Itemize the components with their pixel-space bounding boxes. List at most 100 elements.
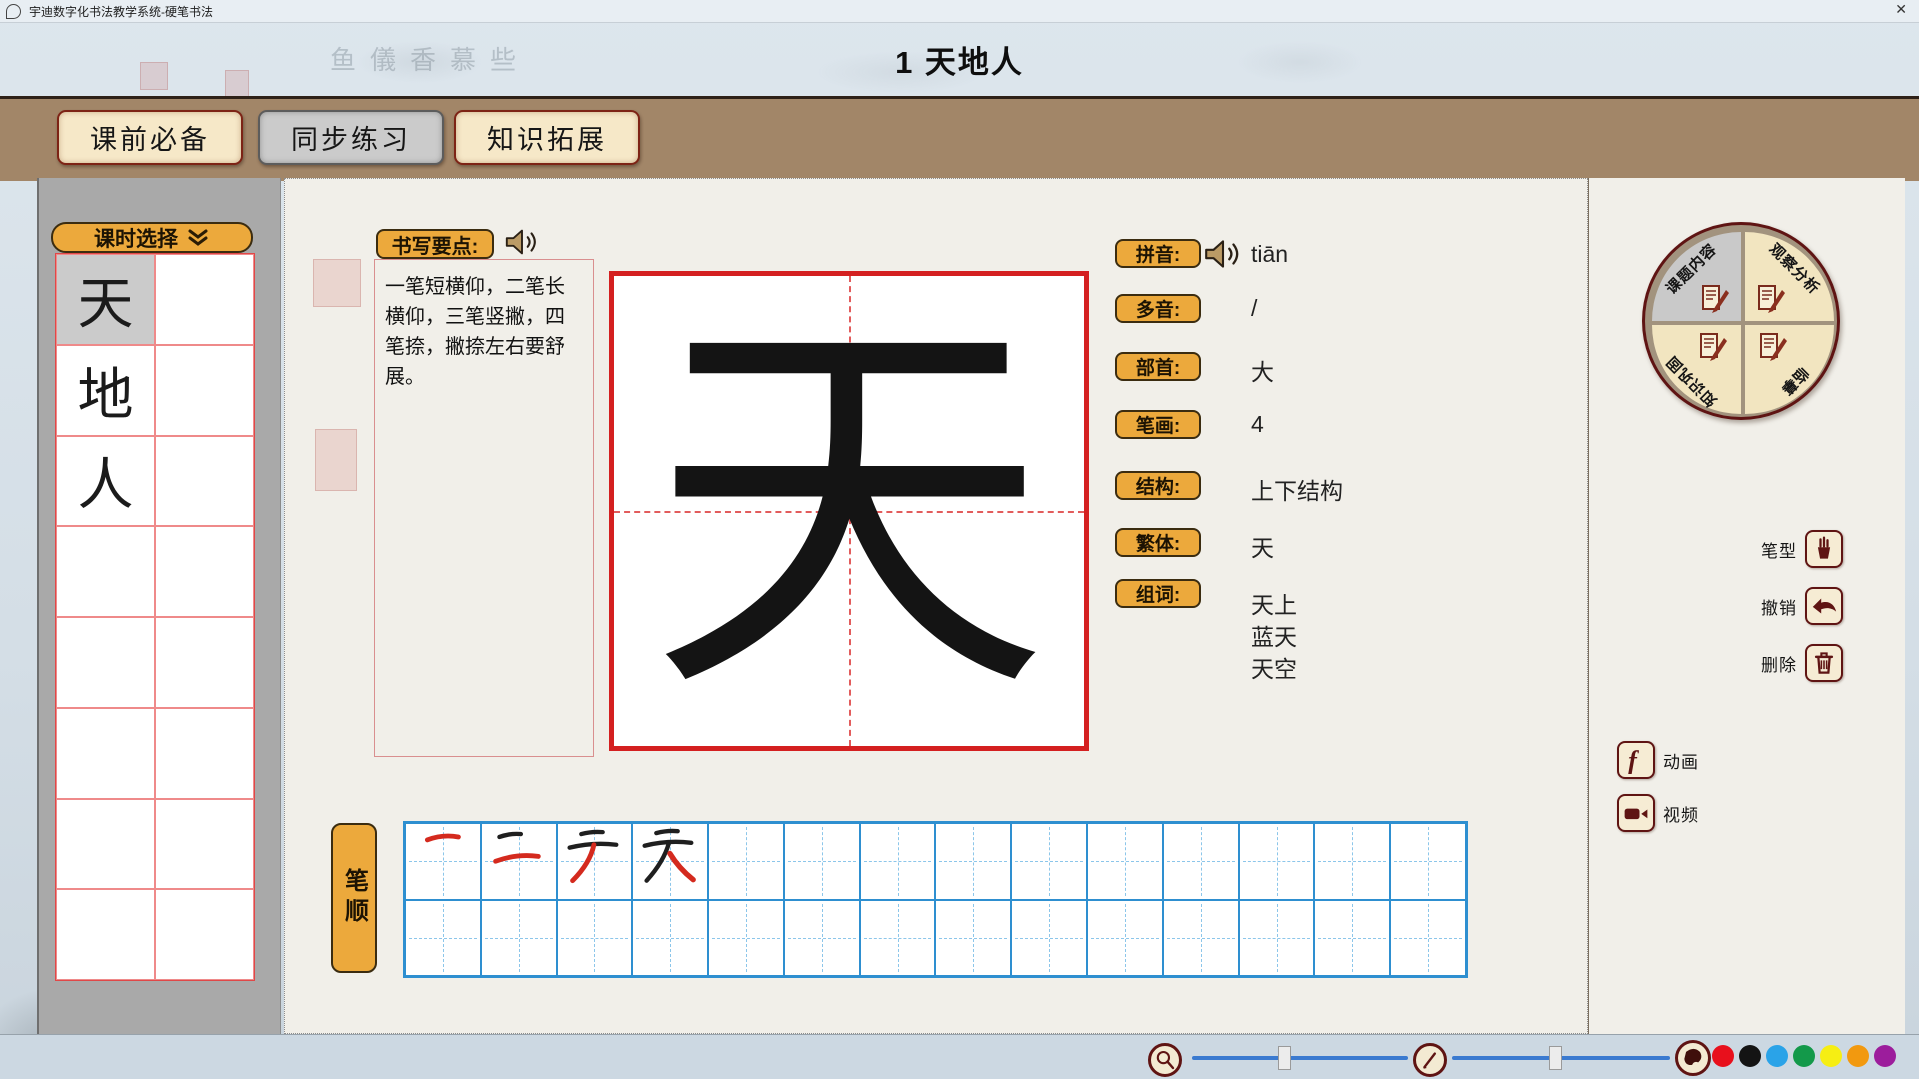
lesson-cell[interactable]: 人 bbox=[56, 436, 155, 527]
notepad-pen-icon bbox=[1699, 283, 1731, 315]
color-dot[interactable] bbox=[1820, 1045, 1842, 1067]
wheel-item-knowledge-consolidate[interactable]: 知识巩固 bbox=[1652, 325, 1741, 414]
video-button[interactable] bbox=[1617, 794, 1655, 832]
radical-value: 大 bbox=[1251, 353, 1274, 387]
stroke-cell bbox=[1239, 900, 1315, 977]
stroke-cell bbox=[860, 823, 936, 900]
stroke-cell bbox=[784, 900, 860, 977]
stroke-cell bbox=[708, 823, 784, 900]
tab-label: 知识拓展 bbox=[487, 118, 607, 157]
color-dot[interactable] bbox=[1793, 1045, 1815, 1067]
lesson-cell[interactable]: 地 bbox=[56, 345, 155, 436]
lesson-select-dropdown[interactable]: 课时选择 bbox=[51, 222, 253, 253]
color-dot[interactable] bbox=[1847, 1045, 1869, 1067]
video-row: 视频 bbox=[1617, 794, 1699, 832]
close-icon[interactable]: ✕ bbox=[1895, 1, 1907, 18]
pinyin-speaker-icon[interactable] bbox=[1202, 237, 1244, 271]
speaker-icon[interactable] bbox=[503, 226, 541, 258]
lesson-cell[interactable] bbox=[155, 345, 254, 436]
writing-points-label: 书写要点: bbox=[376, 229, 494, 259]
lesson-cell[interactable] bbox=[56, 708, 155, 799]
decor-seal bbox=[140, 62, 168, 90]
tab-sync-practice[interactable]: 同步练习 bbox=[258, 110, 444, 165]
tab-label: 课前必备 bbox=[90, 118, 210, 157]
pen-type-label: 笔型 bbox=[1761, 537, 1797, 562]
right-panel: 课题内容 观察分析 知识巩固 bbox=[1588, 178, 1905, 1034]
sidebar: 课时选择 天地人 bbox=[37, 178, 281, 1034]
lesson-title: 1 天地人 bbox=[895, 37, 1024, 82]
lesson-cell[interactable] bbox=[155, 436, 254, 527]
stroke-cell bbox=[1163, 823, 1239, 900]
tab-knowledge-expand[interactable]: 知识拓展 bbox=[454, 110, 640, 165]
tab-bar: 课前必备 同步练习 知识拓展 bbox=[0, 96, 1919, 181]
trash-icon bbox=[1810, 649, 1838, 677]
wheel-item-lesson-content[interactable]: 课题内容 bbox=[1652, 232, 1741, 321]
lesson-cell[interactable] bbox=[56, 526, 155, 617]
lesson-cell[interactable] bbox=[155, 254, 254, 345]
svg-text:f: f bbox=[1628, 746, 1639, 774]
zoom-slider-thumb[interactable] bbox=[1278, 1046, 1291, 1070]
stroke-cell bbox=[1163, 900, 1239, 977]
pen-size-slider[interactable] bbox=[1452, 1056, 1670, 1060]
color-dot[interactable] bbox=[1874, 1045, 1896, 1067]
stroke-cell bbox=[1011, 900, 1087, 977]
stroke-cell bbox=[405, 823, 481, 900]
word-item: 蓝天 bbox=[1251, 618, 1297, 652]
color-dot[interactable] bbox=[1712, 1045, 1734, 1067]
bottom-bar bbox=[0, 1034, 1919, 1079]
pen-type-row: 笔型 bbox=[1761, 530, 1843, 568]
stroke-step-4-drawing bbox=[633, 824, 707, 899]
lesson-cell[interactable] bbox=[56, 889, 155, 980]
structure-label: 结构: bbox=[1115, 471, 1201, 500]
pen-type-button[interactable] bbox=[1805, 530, 1843, 568]
wheel-item-observe-analyze[interactable]: 观察分析 bbox=[1745, 232, 1834, 321]
lesson-cell[interactable] bbox=[56, 799, 155, 890]
lesson-cell[interactable] bbox=[155, 708, 254, 799]
zoom-magnifier-icon[interactable] bbox=[1148, 1043, 1182, 1077]
stroke-cell bbox=[935, 823, 1011, 900]
notepad-pen-icon bbox=[1697, 331, 1729, 363]
stroke-cell bbox=[1390, 823, 1466, 900]
color-palette bbox=[1712, 1045, 1896, 1067]
strokes-value: 4 bbox=[1251, 411, 1264, 438]
pen-size-icon[interactable] bbox=[1413, 1043, 1447, 1077]
stroke-cell bbox=[1087, 823, 1163, 900]
stroke-cell bbox=[1314, 823, 1390, 900]
stroke-cell bbox=[784, 823, 860, 900]
stroke-grid bbox=[403, 821, 1468, 978]
lesson-cell[interactable] bbox=[155, 889, 254, 980]
app-logo-icon bbox=[6, 4, 21, 19]
animation-button[interactable]: f bbox=[1617, 741, 1655, 779]
color-dot[interactable] bbox=[1739, 1045, 1761, 1067]
lesson-grid: 天地人 bbox=[55, 253, 255, 981]
stroke-cell bbox=[1239, 823, 1315, 900]
lesson-cell[interactable]: 天 bbox=[56, 254, 155, 345]
lesson-cell[interactable] bbox=[155, 617, 254, 708]
lesson-cell[interactable] bbox=[56, 617, 155, 708]
color-dot[interactable] bbox=[1766, 1045, 1788, 1067]
stroke-cell bbox=[1011, 823, 1087, 900]
undo-button[interactable] bbox=[1805, 587, 1843, 625]
delete-button[interactable] bbox=[1805, 644, 1843, 682]
notepad-pen-icon bbox=[1757, 331, 1789, 363]
tab-pre-class[interactable]: 课前必备 bbox=[57, 110, 243, 165]
current-color-icon[interactable] bbox=[1675, 1040, 1711, 1076]
words-label: 组词: bbox=[1115, 579, 1201, 608]
banner: 鱼儀香慕些 1 天地人 bbox=[0, 22, 1919, 96]
wheel-item-copy-practice[interactable]: 临摹 bbox=[1745, 325, 1834, 414]
zoom-slider[interactable] bbox=[1192, 1056, 1408, 1060]
stroke-cell bbox=[935, 900, 1011, 977]
structure-value: 上下结构 bbox=[1251, 472, 1343, 506]
duoyin-label: 多音: bbox=[1115, 294, 1201, 323]
undo-row: 撤销 bbox=[1761, 587, 1843, 625]
stroke-order-tab[interactable]: 笔顺 bbox=[331, 823, 377, 973]
lesson-cell[interactable] bbox=[155, 526, 254, 617]
duoyin-value: / bbox=[1251, 295, 1257, 322]
pen-size-slider-thumb[interactable] bbox=[1549, 1046, 1562, 1070]
traditional-label: 繁体: bbox=[1115, 528, 1201, 557]
pinyin-label: 拼音: bbox=[1115, 239, 1201, 268]
lesson-cell[interactable] bbox=[155, 799, 254, 890]
flash-icon: f bbox=[1622, 746, 1650, 774]
notepad-pen-icon bbox=[1755, 283, 1787, 315]
stroke-cell bbox=[708, 900, 784, 977]
